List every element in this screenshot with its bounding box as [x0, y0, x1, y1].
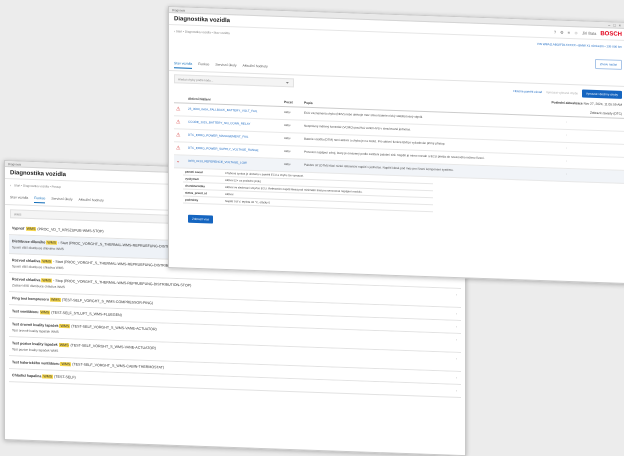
warning-icon: ⚠	[174, 141, 186, 156]
show-more-button[interactable]: Zobrazit více	[188, 214, 214, 224]
dtc-count: Aktiv	[282, 119, 302, 134]
tab-servisni-ukoly[interactable]: Servisní úkoly	[51, 197, 72, 205]
warning-icon: ⌄	[174, 154, 186, 169]
settings-icon[interactable]: ⚙	[560, 30, 564, 35]
brand-logo: BOSCH	[600, 30, 622, 38]
back-arrow-icon[interactable]: ‹	[10, 183, 11, 187]
tab-servisni-ukoly[interactable]: Servisní úkoly	[215, 63, 236, 71]
chevron-icon[interactable]: ›	[456, 376, 457, 380]
tab-funkce[interactable]: Funkce	[34, 196, 46, 204]
user-name[interactable]: Jiri Bala	[582, 30, 596, 35]
dtc-search-input[interactable]: Hledat chyby podle kódu... ⏷	[174, 74, 294, 88]
tab-funkce[interactable]: Funkce	[198, 62, 209, 69]
help-icon[interactable]: ?	[554, 29, 556, 34]
dtc-count: Aktiv	[282, 106, 302, 121]
chevron-icon[interactable]: ›	[456, 312, 457, 316]
tab-stav-vozidla[interactable]: Stav vozidla	[174, 61, 193, 69]
chevron-icon[interactable]: ›	[456, 325, 457, 329]
menu-icon[interactable]: ≡	[568, 30, 570, 35]
tab-stav-vozidla[interactable]: Stav vozidla	[10, 195, 28, 203]
back-title-text: Diagnosis	[8, 162, 22, 167]
chevron-icon[interactable]: ›	[456, 338, 457, 342]
chevron-icon[interactable]: ›	[456, 357, 457, 361]
dtc-count: Aktiv	[282, 158, 302, 173]
history-link[interactable]: Historie paměti závad	[513, 89, 542, 94]
clear-selected-link[interactable]: Vymazat vybrané chyby	[546, 90, 578, 95]
chevron-icon[interactable]: ›	[456, 389, 457, 393]
vehicle-info: VIN WBA11AB02FD1XXXXX • BMW X1 xDrive20i…	[536, 41, 622, 49]
refresh-button[interactable]: Znovu načíst	[594, 58, 622, 70]
warning-icon: ⚠	[174, 115, 186, 130]
window-controls[interactable]: –□×	[608, 22, 624, 29]
row-chevron-icon[interactable]: ›	[564, 168, 624, 184]
dtc-count: Aktiv	[282, 132, 302, 147]
warning-icon: ⚠	[174, 128, 186, 143]
tab-aktualni-hodnoty[interactable]: Aktuální hodnoty	[79, 198, 104, 206]
user-icon[interactable]: ☺	[574, 30, 578, 35]
clear-all-button[interactable]: Vymazat všechny chyby	[581, 88, 622, 99]
front-window: Diagnosis –□× Diagnostika vozidla ? ⚙ ≡ ☺…	[168, 6, 624, 285]
warning-icon: ⚠	[174, 102, 186, 117]
chevron-icon[interactable]: ›	[456, 293, 457, 297]
dtc-count: Aktiv	[282, 145, 302, 160]
tab-aktualni-hodnoty[interactable]: Aktuální hodnoty	[243, 64, 268, 72]
filter-icon[interactable]: ⏷	[286, 80, 289, 85]
